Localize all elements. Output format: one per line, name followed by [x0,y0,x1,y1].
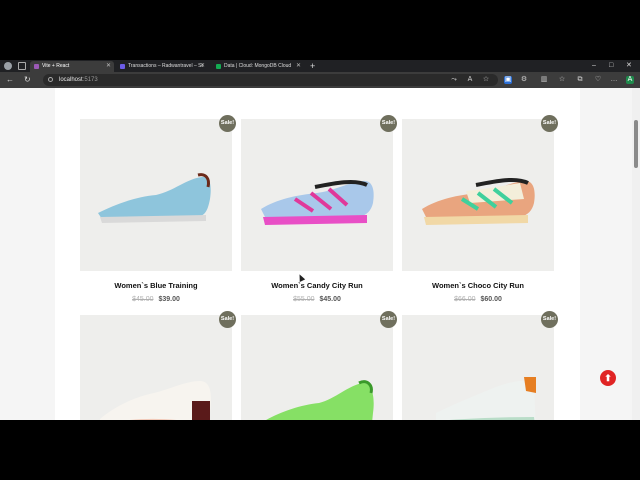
profile-icon[interactable] [4,62,12,70]
sale-price: $60.00 [480,296,502,303]
browser-window: Vite + React ✕ Transactions – Radwantrav… [0,60,640,420]
tab-strip: Vite + React ✕ Transactions – Radwantrav… [0,60,640,72]
address-bar[interactable]: localhost:5173 [43,74,498,86]
product-name[interactable]: Women`s Blue Training [80,281,232,290]
product-prices: $66.00 $60.00 [402,296,554,303]
page-viewport: Sale! Women`s Blue Training $45.00 $39.00… [0,88,640,420]
product-image[interactable] [80,119,232,271]
product-image[interactable] [80,315,232,420]
original-price: $66.00 [454,296,476,303]
collections-icon[interactable]: ⧉ [576,76,584,84]
refresh-button[interactable]: ↻ [24,74,31,86]
product-name[interactable]: Women`s Choco City Run [402,281,554,290]
puzzle-extensions-icon[interactable]: ⚙ [520,76,528,84]
page-scrollbar[interactable] [632,88,640,420]
read-aloud-icon[interactable]: ⤳ [450,76,458,84]
original-price: $45.00 [132,296,154,303]
browser-essentials-icon[interactable]: ♡ [594,76,602,84]
minimize-button[interactable]: – [592,60,596,72]
toolbar: ← ↻ localhost:5173 ⤳ A ☆ ▣ ⚙ ▥ ☆ ⧉ ♡ … A [0,72,640,88]
original-price: $55.00 [293,296,315,303]
split-screen-icon[interactable]: ▥ [540,76,548,84]
vite-favicon-icon [34,64,39,69]
favorites-icon[interactable]: ☆ [558,76,566,84]
sneaker-image [261,179,374,225]
sneaker-image [266,380,374,420]
url-port: :5173 [82,77,98,83]
sale-badge: Sale! [541,115,558,132]
product-name[interactable]: Women`s Candy City Run [241,281,393,290]
product-prices: $45.00 $39.00 [80,296,232,303]
extension-icon[interactable]: ▣ [504,76,512,84]
close-tab-icon[interactable]: ✕ [296,61,301,72]
site-info-icon[interactable] [48,77,53,82]
product-prices: $55.00 $45.00 [241,296,393,303]
sale-badge: Sale! [219,115,236,132]
sale-price: $45.00 [319,296,341,303]
product-grid: Sale! Women`s Blue Training $45.00 $39.00… [55,88,580,420]
maximize-button[interactable]: □ [609,60,613,72]
new-tab-button[interactable]: + [310,60,315,72]
close-tab-icon[interactable]: ✕ [106,61,111,72]
favorite-star-icon[interactable]: ☆ [482,76,490,84]
sale-badge: Sale! [380,115,397,132]
sale-badge: Sale! [380,311,397,328]
close-window-button[interactable]: ✕ [626,60,632,72]
mongodb-favicon-icon [216,64,221,69]
sneaker-image [422,177,535,225]
tab-vite-react[interactable]: Vite + React ✕ [30,61,114,72]
sneaker-image [98,173,211,223]
sale-badge: Sale! [541,311,558,328]
translate-icon[interactable]: A [466,76,474,84]
product-image[interactable] [402,315,554,420]
tab-title: Data | Cloud: MongoDB Cloud [224,63,292,69]
product-image[interactable] [241,119,393,271]
sale-badge: Sale! [219,311,236,328]
workspaces-icon[interactable] [18,62,26,70]
product-image[interactable] [241,315,393,420]
product-image[interactable] [402,119,554,271]
copilot-icon[interactable]: A [626,76,634,84]
tab-title: Transactions – Radwantravel – St [128,63,203,69]
stripe-favicon-icon [120,64,125,69]
sale-price: $39.00 [158,296,180,303]
sneaker-image [436,377,536,420]
scroll-to-top-button[interactable]: ⬆ [600,370,616,386]
tab-mongodb[interactable]: Data | Cloud: MongoDB Cloud ✕ [212,61,304,72]
more-menu-icon[interactable]: … [610,76,618,84]
sneaker-image [100,381,211,420]
back-button[interactable]: ← [6,74,14,86]
scrollbar-thumb[interactable] [634,120,638,168]
url-text: localhost:5173 [59,74,98,86]
close-tab-icon[interactable]: ✕ [200,61,205,72]
url-host: localhost [59,77,83,83]
tab-title: Vite + React [42,63,70,69]
tab-transactions[interactable]: Transactions – Radwantravel – St ✕ [116,61,208,72]
